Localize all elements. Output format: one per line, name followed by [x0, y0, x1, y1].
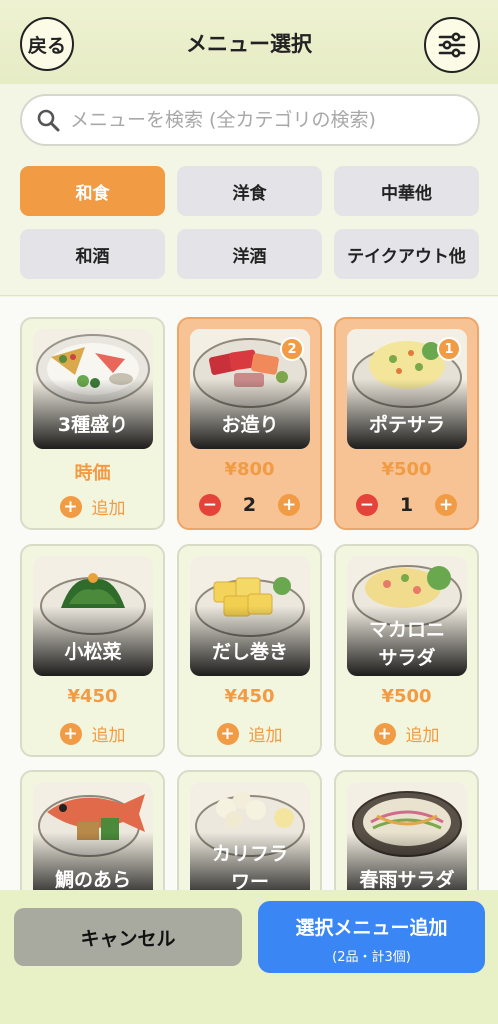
food-image: 鯛のあら [33, 782, 153, 890]
item-price: ¥450 [224, 686, 275, 707]
search-area [0, 84, 498, 150]
add-label: 追加 [405, 726, 440, 746]
food-image: 3種盛り [33, 329, 153, 449]
category-yoshu[interactable]: 洋酒 [177, 229, 322, 279]
item-price: ¥450 [67, 686, 118, 707]
plus-icon: + [59, 495, 82, 518]
minus-button[interactable]: − [355, 494, 378, 516]
item-name: 3種盛り [57, 414, 129, 436]
quantity-badge: 2 [280, 337, 304, 361]
food-image: お造り 2 [190, 329, 310, 449]
menu-item-card[interactable]: マカロニ サラダ ¥500 + 追加 [334, 544, 479, 757]
item-name: 春雨サラダ [359, 869, 455, 890]
item-name: ポテサラ [368, 414, 445, 436]
quantity-badge: 1 [437, 337, 461, 361]
quantity-stepper: − 2 + [179, 494, 320, 516]
add-label: 追加 [91, 726, 126, 746]
item-name: お造り [221, 414, 279, 436]
category-chuka[interactable]: 中華他 [334, 166, 479, 216]
category-washoku[interactable]: 和食 [20, 166, 165, 216]
add-label: 追加 [91, 499, 126, 519]
item-name: マカロニ サラダ [368, 619, 445, 669]
item-price: ¥500 [381, 686, 432, 707]
menu-item-card[interactable]: お造り 2 ¥800 − 2 + [177, 317, 322, 530]
cancel-button[interactable]: キャンセル [14, 908, 242, 966]
menu-grid: 3種盛り 時価 + 追加 お造り 2 ¥800 − 2 + ポテサラ 1 ¥50… [0, 297, 498, 890]
add-label: 追加 [248, 726, 283, 746]
menu-item-card[interactable]: カリフラ ワー [177, 770, 322, 890]
item-name: 小松菜 [64, 641, 122, 663]
menu-item-card[interactable]: 3種盛り 時価 + 追加 [20, 317, 165, 530]
search-box[interactable] [20, 94, 480, 146]
settings-button[interactable] [424, 17, 480, 73]
add-selected-button[interactable]: 選択メニュー追加 (2品・計3個) [258, 901, 485, 973]
menu-item-card[interactable]: 小松菜 ¥450 + 追加 [20, 544, 165, 757]
menu-item-card[interactable]: 春雨サラダ [334, 770, 479, 890]
plus-icon: + [373, 722, 396, 745]
menu-item-card[interactable]: だし巻き ¥450 + 追加 [177, 544, 322, 757]
plus-icon: + [216, 722, 239, 745]
search-icon [37, 109, 60, 132]
food-image: だし巻き [190, 556, 310, 676]
add-button[interactable]: + 追加 [22, 721, 163, 746]
plus-icon: + [59, 722, 82, 745]
menu-item-card[interactable]: 鯛のあら [20, 770, 165, 890]
food-image: ポテサラ 1 [347, 329, 467, 449]
plus-button[interactable]: + [278, 494, 301, 516]
add-selected-summary: (2品・計3個) [332, 950, 411, 965]
plus-button[interactable]: + [435, 494, 458, 516]
add-button[interactable]: + 追加 [179, 721, 320, 746]
add-button[interactable]: + 追加 [336, 721, 477, 746]
food-image: カリフラ ワー [190, 782, 310, 890]
category-washu[interactable]: 和酒 [20, 229, 165, 279]
footer-bar: キャンセル 選択メニュー追加 (2品・計3個) [0, 890, 498, 1024]
item-price: 時価 [74, 463, 111, 484]
minus-button[interactable]: − [198, 494, 221, 516]
menu-item-card[interactable]: ポテサラ 1 ¥500 − 1 + [334, 317, 479, 530]
item-price: ¥800 [224, 459, 275, 480]
item-price: ¥500 [381, 459, 432, 480]
add-button[interactable]: + 追加 [22, 494, 163, 519]
header: 戻る メニュー選択 [0, 0, 498, 84]
category-tabs: 和食 洋食 中華他 和酒 洋酒 テイクアウト他 [0, 150, 498, 296]
quantity-stepper: − 1 + [336, 494, 477, 516]
item-name: カリフラ ワー [211, 843, 288, 890]
search-input[interactable] [70, 109, 450, 131]
add-selected-label: 選択メニュー追加 [295, 917, 448, 939]
food-image: 小松菜 [33, 556, 153, 676]
sliders-icon [438, 32, 466, 58]
item-name: 鯛のあら [54, 869, 131, 890]
food-image: 春雨サラダ [347, 782, 467, 890]
food-image: マカロニ サラダ [347, 556, 467, 676]
category-takeout[interactable]: テイクアウト他 [334, 229, 479, 279]
item-name: だし巻き [211, 641, 288, 663]
quantity-value: 2 [242, 494, 257, 516]
quantity-value: 1 [399, 494, 414, 516]
category-yoshoku[interactable]: 洋食 [177, 166, 322, 216]
